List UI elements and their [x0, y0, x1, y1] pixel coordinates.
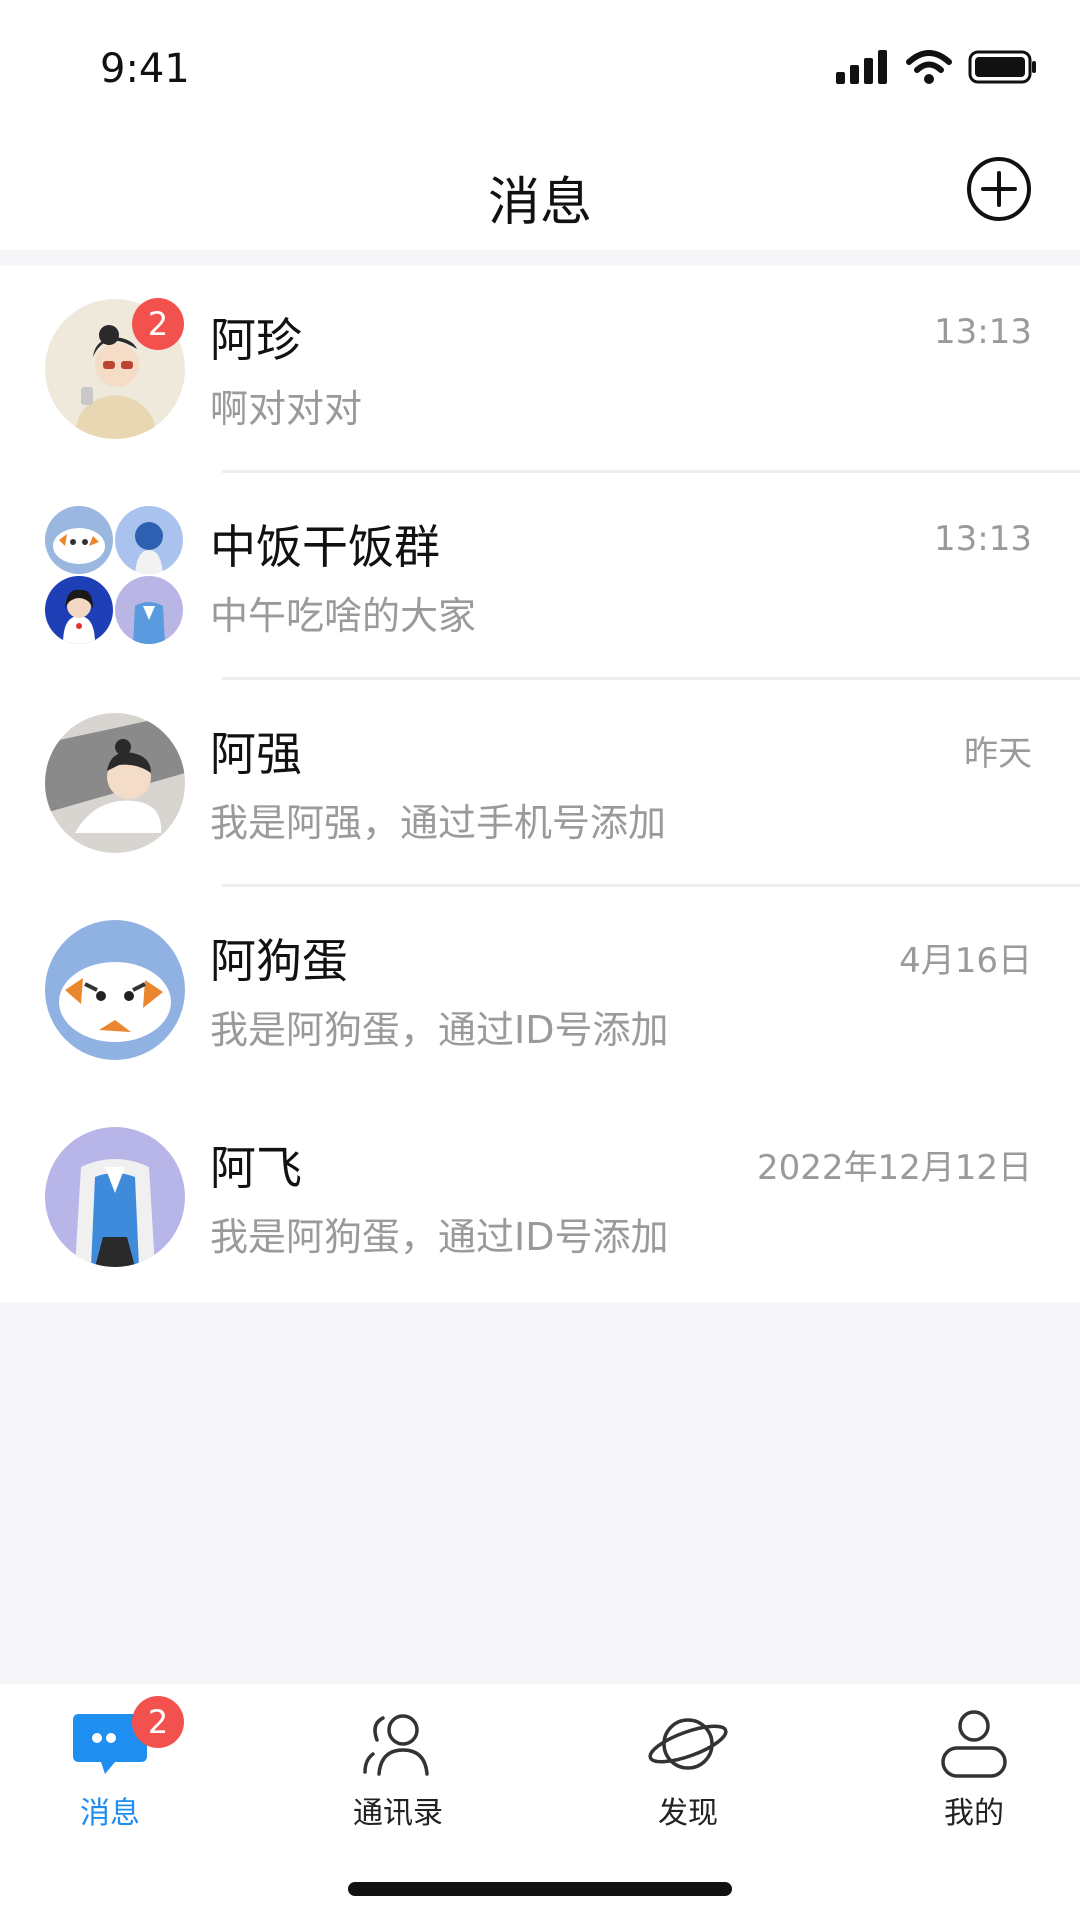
tab-messages[interactable]: 2 消息: [10, 1696, 210, 1832]
tab-badge: 2: [132, 1696, 184, 1748]
message-time: 昨天: [964, 734, 1032, 774]
conversation-row[interactable]: 阿狗蛋 我是阿狗蛋，通过ID号添加 4月16日: [0, 887, 1080, 1094]
conversation-name: 阿强: [210, 727, 302, 781]
avatar: [115, 576, 183, 644]
conversation-name: 阿珍: [210, 313, 302, 367]
conversation-row[interactable]: 中饭干饭群 中午吃啥的大家 13:13: [0, 473, 1080, 680]
tab-discover[interactable]: 发现: [588, 1706, 788, 1832]
message-time: 13:13: [934, 519, 1032, 559]
conversation-row[interactable]: 阿强 我是阿强，通过手机号添加 昨天: [0, 680, 1080, 887]
cellular-signal-icon: [836, 50, 887, 84]
conversation-row[interactable]: 2 阿珍 啊对对对 13:13: [0, 266, 1080, 473]
status-icons: [836, 50, 1038, 84]
header: 消息: [0, 140, 1080, 250]
conversation-name: 阿狗蛋: [210, 934, 348, 988]
status-bar: 9:41: [0, 0, 1080, 140]
avatar: [45, 1127, 185, 1267]
tab-label: 通讯录: [353, 1796, 443, 1831]
message-preview: 我是阿狗蛋，通过ID号添加: [210, 1008, 669, 1052]
avatar: [115, 506, 183, 574]
profile-icon: [941, 1710, 1007, 1778]
page-title: 消息: [487, 173, 592, 233]
message-preview: 啊对对对: [210, 387, 363, 431]
conversation-list: 2 阿珍 啊对对对 13:13 中饭干饭群 中午吃啥的大家 13:13 阿强 我…: [0, 266, 1080, 1302]
avatar: [45, 920, 185, 1060]
message-time: 4月16日: [899, 941, 1032, 981]
battery-icon: [968, 50, 1036, 84]
avatar: [45, 713, 185, 853]
avatar: [45, 506, 113, 574]
tab-profile[interactable]: 我的: [874, 1706, 1074, 1832]
unread-badge: 2: [132, 298, 184, 350]
group-avatar: [45, 506, 185, 646]
message-time: 2022年12月12日: [756, 1148, 1032, 1188]
tab-label: 发现: [658, 1796, 718, 1831]
conversation-row[interactable]: 阿飞 我是阿狗蛋，通过ID号添加 2022年12月12日: [0, 1094, 1080, 1301]
status-time: 9:41: [100, 46, 190, 92]
planet-icon: [648, 1718, 728, 1770]
wifi-icon: [906, 50, 952, 84]
message-preview: 我是阿狗蛋，通过ID号添加: [210, 1215, 669, 1259]
contacts-icon: [363, 1714, 429, 1776]
tab-label: 消息: [80, 1796, 140, 1831]
tab-contacts[interactable]: 通讯录: [298, 1706, 498, 1832]
avatar: [45, 576, 113, 644]
message-preview: 中午吃啥的大家: [210, 594, 477, 638]
add-button[interactable]: [966, 156, 1032, 222]
tab-label: 我的: [944, 1796, 1004, 1831]
conversation-name: 阿飞: [210, 1141, 302, 1195]
message-time: 13:13: [934, 312, 1032, 352]
message-preview: 我是阿强，通过手机号添加: [210, 801, 667, 845]
screen: 9:41 消息 2 阿珍 啊对对对 13:13 中饭干饭群 中午吃啥的大家 13…: [0, 0, 1080, 1920]
home-indicator[interactable]: [348, 1882, 732, 1896]
conversation-name: 中饭干饭群: [210, 520, 440, 574]
